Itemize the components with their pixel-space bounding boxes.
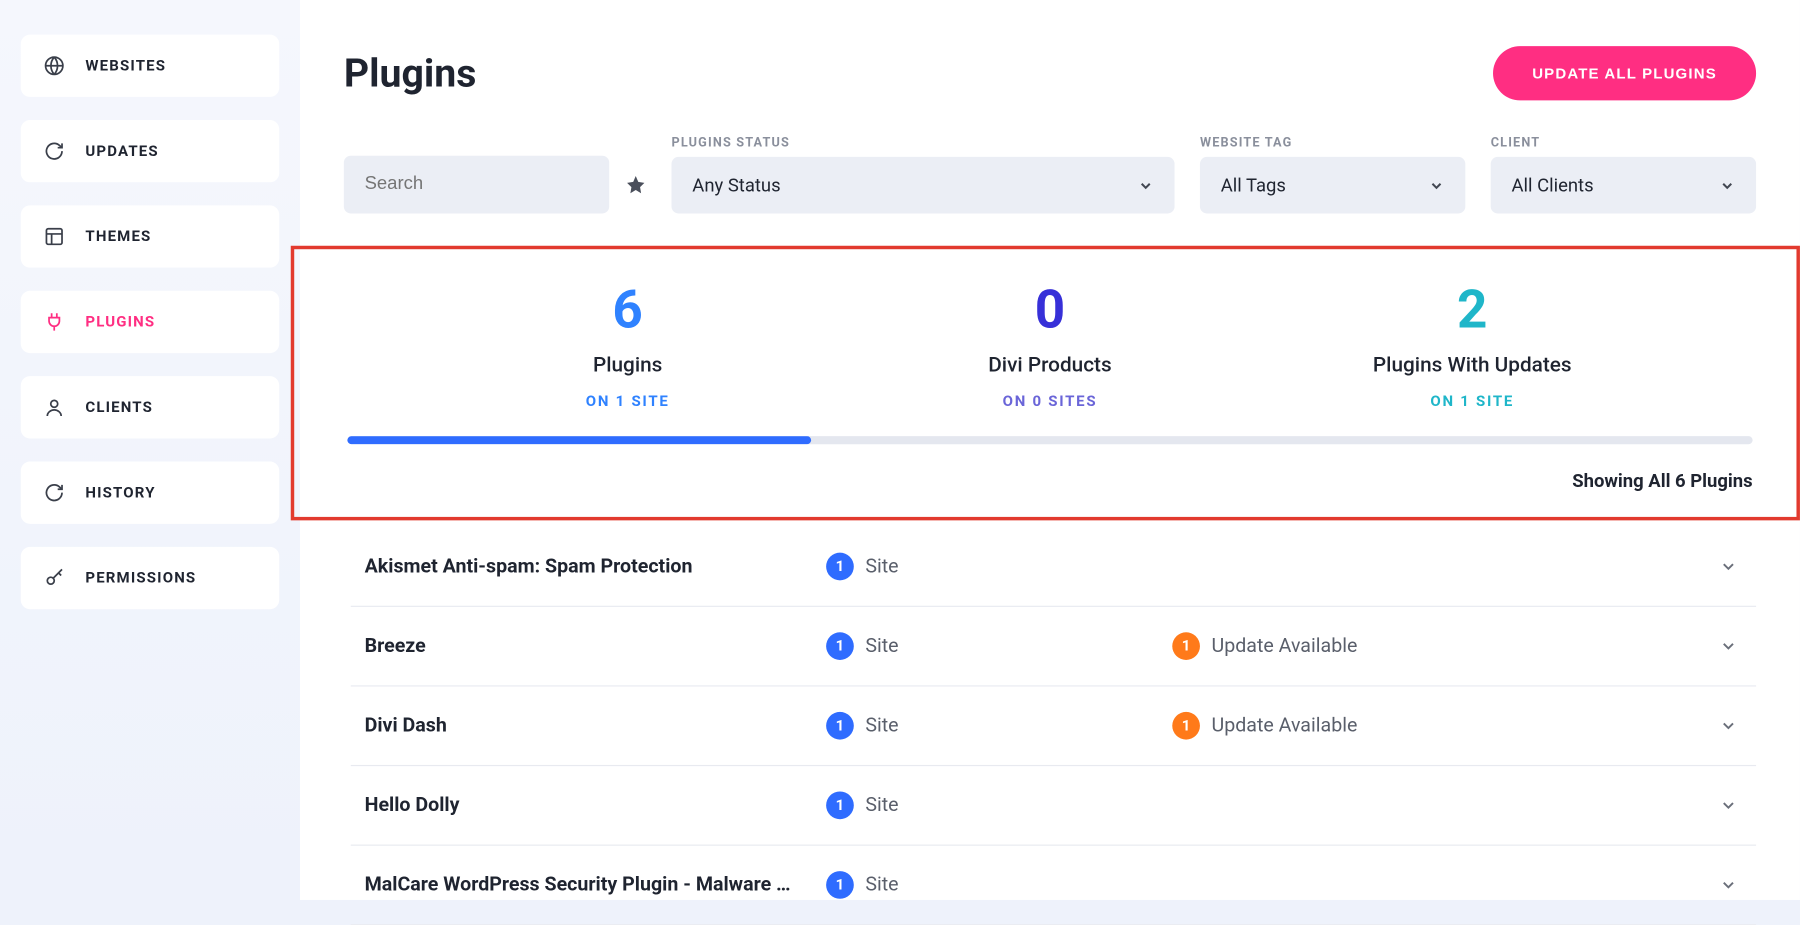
status-select[interactable]: Any Status <box>672 157 1175 214</box>
sidebar-item-label: WEBSITES <box>85 57 166 74</box>
update-text: Update Available <box>1211 635 1357 658</box>
site-count-badge: 1 <box>826 553 854 581</box>
sidebar-item-clients[interactable]: CLIENTS <box>21 376 279 438</box>
update-col: 1 Update Available <box>1172 712 1719 740</box>
sidebar-item-plugins[interactable]: PLUGINS <box>21 291 279 353</box>
plugin-row[interactable]: Akismet Anti-spam: Spam Protection1 Site <box>351 527 1756 607</box>
search-input[interactable] <box>344 156 609 214</box>
progress-bar <box>347 436 1752 444</box>
sidebar-item-history[interactable]: HISTORY <box>21 462 279 524</box>
site-count-badge: 1 <box>826 712 854 740</box>
plugin-row[interactable]: Breeze1Site1Update Available <box>351 607 1756 687</box>
plugin-row[interactable]: Divi Dash1Site1Update Available <box>351 687 1756 767</box>
site-count-badge: 1 <box>826 871 854 899</box>
update-text: Update Available <box>1211 714 1357 737</box>
chevron-down-icon <box>1428 177 1444 193</box>
chevron-down-icon <box>1719 177 1735 193</box>
chevron-down-icon <box>1719 557 1744 575</box>
plug-icon <box>44 312 65 333</box>
stat-label: Plugins With Updates <box>1261 353 1683 377</box>
client-select[interactable]: All Clients <box>1491 157 1756 214</box>
tag-filter-label: WEBSITE TAG <box>1200 135 1465 150</box>
update-col: 1 Update Available <box>1172 632 1719 660</box>
stat-subtext: ON 1 SITE <box>417 393 839 410</box>
filters-row: PLUGINS STATUS Any Status WEBSITE TAG Al… <box>344 135 1756 213</box>
status-filter-label: PLUGINS STATUS <box>672 135 1175 150</box>
site-text: Site <box>865 794 898 817</box>
site-count-badge: 1 <box>826 632 854 660</box>
plugin-name: Breeze <box>365 635 827 658</box>
showing-text: Showing All 6 Plugins <box>347 470 1752 508</box>
layout-icon <box>44 226 65 247</box>
stat-number: 2 <box>1261 279 1683 341</box>
plugin-name: Akismet Anti-spam: Spam Protection <box>365 555 827 578</box>
sidebar-item-label: THEMES <box>85 228 151 245</box>
site-text: Site <box>865 873 898 896</box>
progress-fill <box>347 436 811 444</box>
chevron-down-icon <box>1719 876 1744 894</box>
update-all-button[interactable]: UPDATE ALL PLUGINS <box>1493 46 1756 100</box>
sidebar-item-label: CLIENTS <box>85 399 153 416</box>
star-icon[interactable] <box>625 174 646 195</box>
page-header: Plugins UPDATE ALL PLUGINS <box>344 46 1756 100</box>
refresh-icon <box>44 141 65 162</box>
plugin-row[interactable]: MalCare WordPress Security Plugin - Malw… <box>351 846 1756 925</box>
plugin-name: MalCare WordPress Security Plugin - Malw… <box>365 873 827 896</box>
page-title: Plugins <box>344 50 477 96</box>
stat-plugins[interactable]: 6 Plugins ON 1 SITE <box>417 279 839 411</box>
chevron-down-icon <box>1719 637 1744 655</box>
stat-divi-products[interactable]: 0 Divi Products ON 0 SITES <box>839 279 1261 411</box>
tag-select[interactable]: All Tags <box>1200 157 1465 214</box>
site-col: 1 Site <box>826 553 1172 581</box>
stat-label: Plugins <box>417 353 839 377</box>
history-icon <box>44 482 65 503</box>
chevron-down-icon <box>1138 177 1154 193</box>
sidebar-item-label: PLUGINS <box>85 313 155 330</box>
key-icon <box>44 568 65 589</box>
sidebar-item-label: UPDATES <box>85 142 158 159</box>
site-text: Site <box>865 714 898 737</box>
site-text: Site <box>865 635 898 658</box>
chevron-down-icon <box>1719 717 1744 735</box>
site-text: Site <box>865 555 898 578</box>
client-select-value: All Clients <box>1511 174 1593 196</box>
site-col: 1 Site <box>826 632 1172 660</box>
sidebar-item-permissions[interactable]: PERMISSIONS <box>21 547 279 609</box>
main-content: Plugins UPDATE ALL PLUGINS PLUGINS STATU… <box>300 0 1800 900</box>
site-count-badge: 1 <box>826 792 854 820</box>
stat-subtext: ON 0 SITES <box>839 393 1261 410</box>
user-icon <box>44 397 65 418</box>
sidebar-item-label: PERMISSIONS <box>85 569 196 586</box>
sidebar-item-websites[interactable]: WEBSITES <box>21 35 279 97</box>
sidebar-item-themes[interactable]: THEMES <box>21 205 279 267</box>
sidebar: WEBSITES UPDATES THEMES PLUGINS CLIENTS <box>0 0 300 900</box>
chevron-down-icon <box>1719 796 1744 814</box>
plugin-list: Akismet Anti-spam: Spam Protection1SiteB… <box>344 520 1756 925</box>
update-count-badge: 1 <box>1172 712 1200 740</box>
update-count-badge: 1 <box>1172 632 1200 660</box>
plugin-row[interactable]: Hello Dolly1 Site <box>351 766 1756 846</box>
tag-select-value: All Tags <box>1221 174 1286 196</box>
plugin-name: Divi Dash <box>365 714 827 737</box>
stat-number: 6 <box>417 279 839 341</box>
stat-plugins-with-updates[interactable]: 2 Plugins With Updates ON 1 SITE <box>1261 279 1683 411</box>
plugin-name: Hello Dolly <box>365 794 827 817</box>
status-select-value: Any Status <box>692 174 780 196</box>
site-col: 1 Site <box>826 792 1172 820</box>
stat-number: 0 <box>839 279 1261 341</box>
sidebar-item-updates[interactable]: UPDATES <box>21 120 279 182</box>
globe-icon <box>44 55 65 76</box>
client-filter-label: CLIENT <box>1491 135 1756 150</box>
site-col: 1 Site <box>826 712 1172 740</box>
site-col: 1 Site <box>826 871 1172 899</box>
stats-panel: 6 Plugins ON 1 SITE 0 Divi Products ON 0… <box>291 246 1800 521</box>
stat-label: Divi Products <box>839 353 1261 377</box>
sidebar-item-label: HISTORY <box>85 484 155 501</box>
stat-subtext: ON 1 SITE <box>1261 393 1683 410</box>
